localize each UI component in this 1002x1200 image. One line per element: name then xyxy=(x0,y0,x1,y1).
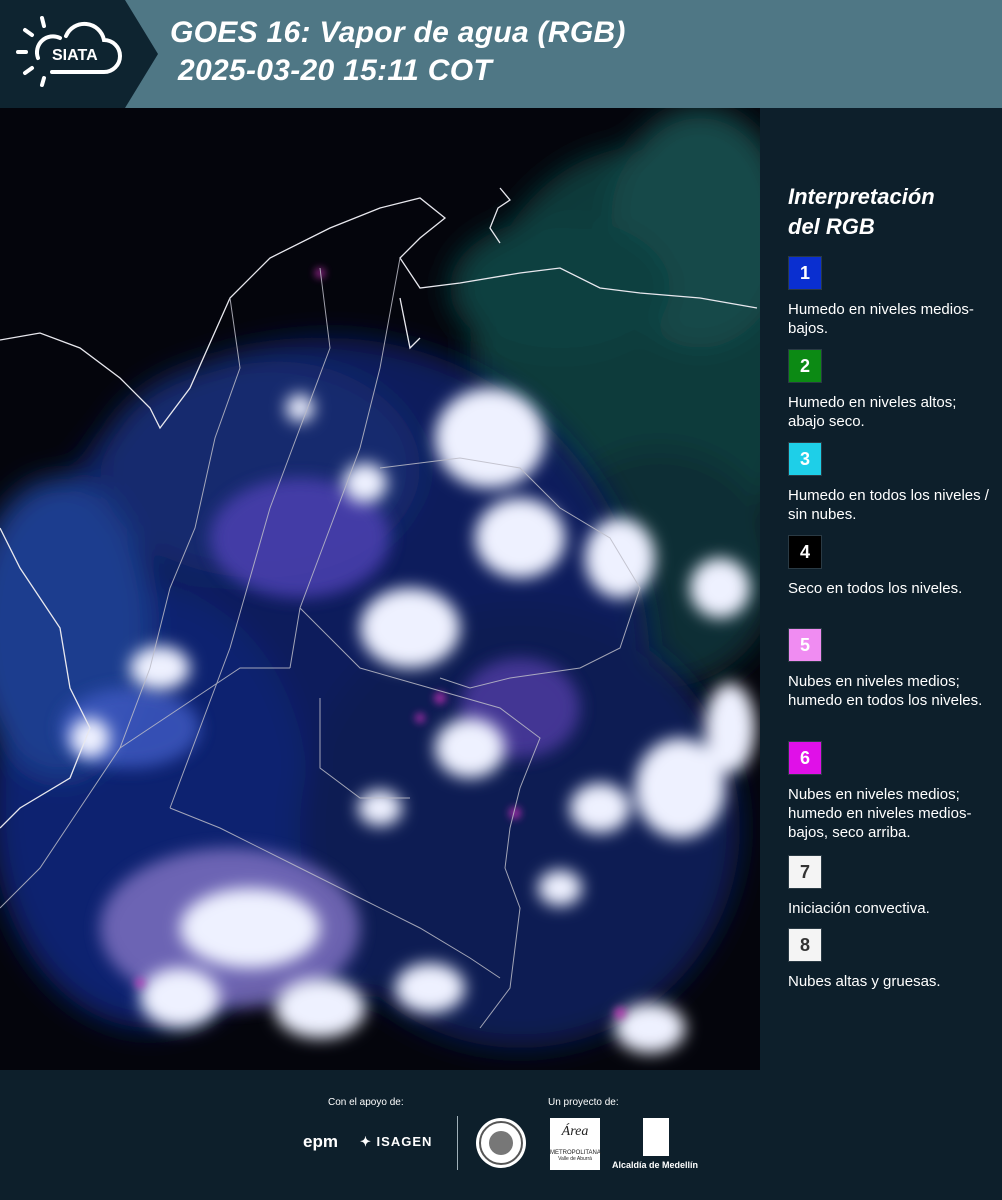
legend-item-6: 6 Nubes en niveles medios; humedo en nive… xyxy=(788,741,993,842)
legend-swatch-1: 1 xyxy=(788,256,822,290)
legend-item-7: 7 Iniciación convectiva. xyxy=(788,855,993,918)
legend-swatch-6: 6 xyxy=(788,741,822,775)
legend-swatch-7: 7 xyxy=(788,855,822,889)
alcaldia-text: Alcaldía de Medellín xyxy=(612,1160,699,1170)
area-metropolitana-logo: Área METROPOLITANA Valle de Aburrá xyxy=(550,1118,601,1170)
legend-title: Interpretación del RGB xyxy=(788,182,935,242)
legend-swatch-4: 4 xyxy=(788,535,822,569)
alcaldia-shield-icon xyxy=(643,1118,669,1156)
legend-item-3: 3 Humedo en todos los niveles / sin nubes… xyxy=(788,442,993,524)
project-label: Un proyecto de: xyxy=(548,1097,619,1108)
legend-title-line-1: Interpretación xyxy=(788,184,935,209)
legend-text-3: Humedo en todos los niveles / sin nubes. xyxy=(788,487,989,523)
legend-item-2: 2 Humedo en niveles altos; abajo seco. xyxy=(788,349,993,431)
siata-logo: SIATA xyxy=(0,0,158,108)
title-line-2: 2025-03-20 15:11 COT xyxy=(178,54,492,87)
legend-swatch-8: 8 xyxy=(788,928,822,962)
legend-text-2: Humedo en niveles altos; abajo seco. xyxy=(788,394,957,430)
isagen-text: ISAGEN xyxy=(376,1134,433,1149)
legend-swatch-5: 5 xyxy=(788,628,822,662)
legend-item-5: 5 Nubes en niveles medios; humedo en todo… xyxy=(788,628,993,710)
legend-text-4: Seco en todos los niveles. xyxy=(788,580,963,597)
title-line-1: GOES 16: Vapor de agua (RGB) xyxy=(170,16,626,49)
legend-title-line-2: del RGB xyxy=(788,214,875,239)
legend-text-5: Nubes en niveles medios; humedo en todos… xyxy=(788,673,983,709)
legend-item-1: 1 Humedo en niveles medios-bajos. xyxy=(788,256,993,338)
area-sub2: Valle de Aburrá xyxy=(558,1156,592,1162)
footer: Con el apoyo de: Un proyecto de: epm ✦ I… xyxy=(0,1070,1002,1200)
medellin-seal-icon xyxy=(476,1118,526,1168)
legend-text-8: Nubes altas y gruesas. xyxy=(788,973,941,990)
legend-swatch-3: 3 xyxy=(788,442,822,476)
legend-text-6: Nubes en niveles medios; humedo en nivel… xyxy=(788,786,972,841)
support-label: Con el apoyo de: xyxy=(328,1097,404,1108)
area-text: Área xyxy=(561,1124,589,1139)
isagen-logo: ✦ ISAGEN xyxy=(360,1134,432,1150)
legend-item-8: 8 Nubes altas y gruesas. xyxy=(788,928,993,991)
legend-item-4: 4 Seco en todos los niveles. xyxy=(788,535,993,598)
isagen-icon: ✦ xyxy=(360,1134,372,1149)
footer-divider xyxy=(457,1116,458,1170)
header-bar: SIATA GOES 16: Vapor de agua (RGB) 2025-… xyxy=(0,0,1002,108)
page-title: GOES 16: Vapor de agua (RGB) 2025-03-20 … xyxy=(170,14,626,90)
legend-text-1: Humedo en niveles medios-bajos. xyxy=(788,301,974,337)
satellite-map xyxy=(0,108,760,1070)
legend-panel: Interpretación del RGB 1 Humedo en nivele… xyxy=(760,108,1002,1070)
siata-logo-text: SIATA xyxy=(52,47,98,64)
legend-swatch-2: 2 xyxy=(788,349,822,383)
epm-logo: epm xyxy=(303,1132,338,1151)
legend-text-7: Iniciación convectiva. xyxy=(788,900,930,917)
